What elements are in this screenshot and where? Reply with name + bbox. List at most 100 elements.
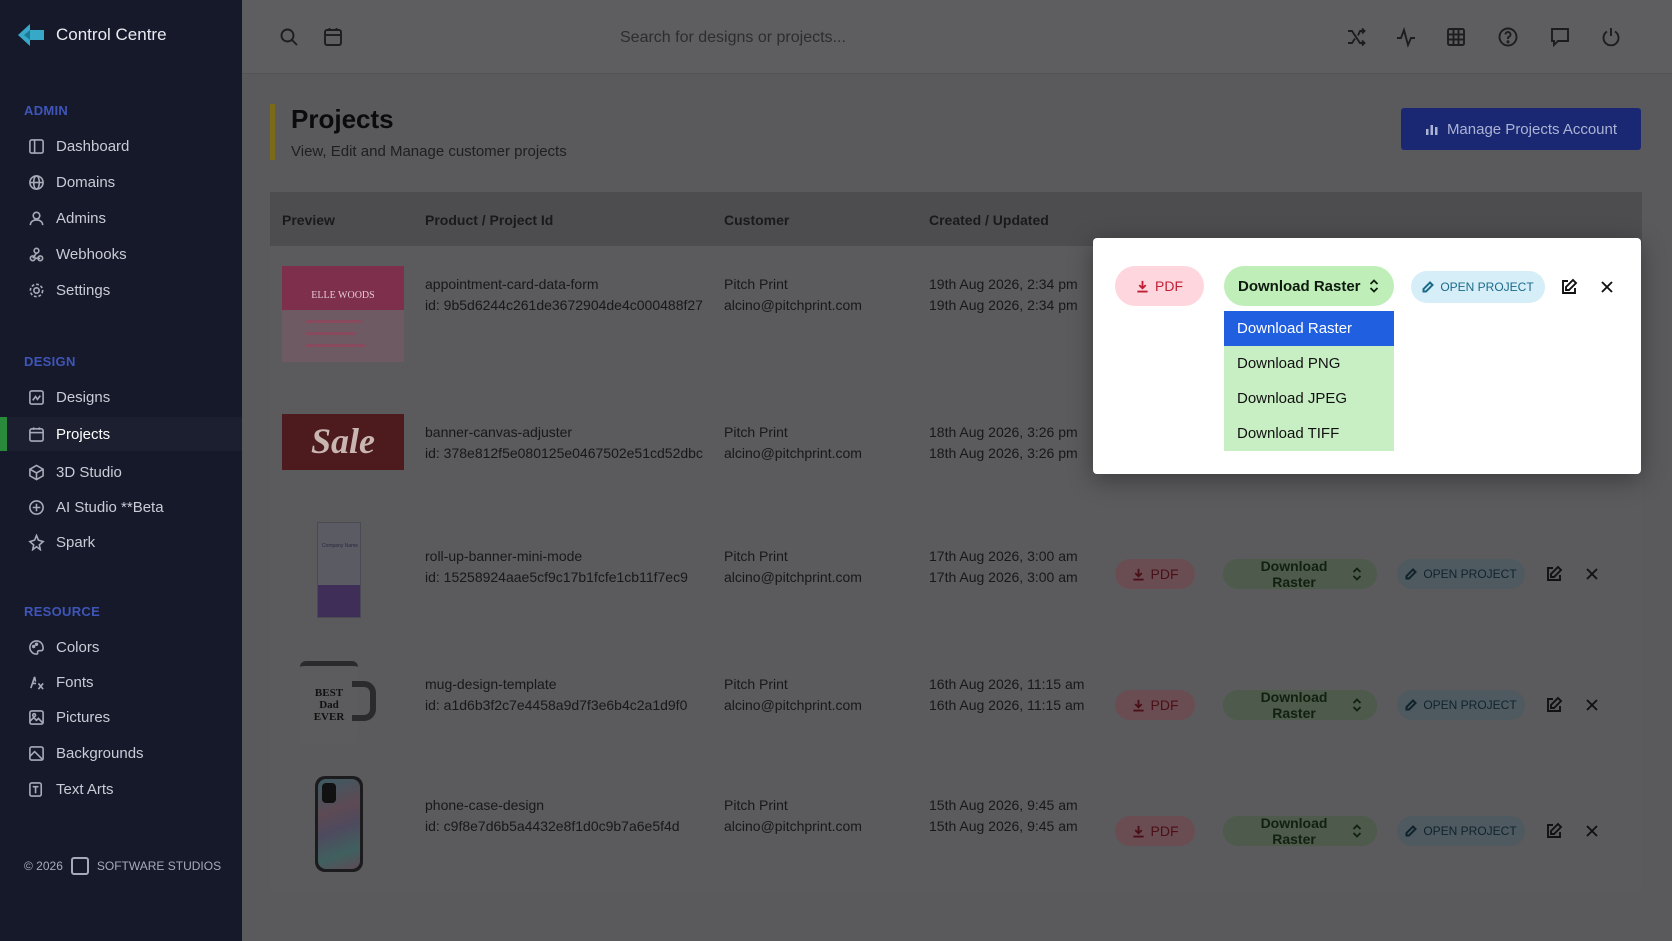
date-cell: 19th Aug 2026, 2:34 pm 19th Aug 2026, 2:… xyxy=(929,274,1078,316)
help-icon[interactable] xyxy=(1497,26,1519,48)
gear-icon xyxy=(28,282,45,299)
dropdown-option-png[interactable]: Download PNG xyxy=(1224,346,1394,381)
raster-selected-label: Download Raster xyxy=(1238,277,1361,295)
edit-icon[interactable] xyxy=(1560,278,1578,296)
shuffle-icon[interactable] xyxy=(1345,26,1367,48)
thumbnail-phone-case[interactable] xyxy=(315,776,363,872)
sidebar-item-designs[interactable]: Designs xyxy=(0,380,242,414)
sidebar-item-label: Fonts xyxy=(56,673,94,691)
open-project-button[interactable]: OPEN PROJECT xyxy=(1397,559,1525,589)
sidebar-item-text-arts[interactable]: Text Arts xyxy=(0,772,242,806)
sidebar-item-colors[interactable]: Colors xyxy=(0,630,242,664)
chat-icon[interactable] xyxy=(1549,26,1571,48)
pdf-label: PDF xyxy=(1150,697,1179,713)
cube-icon xyxy=(28,463,45,481)
pdf-button[interactable]: PDF xyxy=(1115,690,1195,720)
sidebar-item-label: Dashboard xyxy=(56,137,130,155)
updated-date: 16th Aug 2026, 11:15 am xyxy=(929,697,1085,713)
globe-icon xyxy=(28,174,45,191)
pdf-button[interactable]: PDF xyxy=(1115,559,1195,589)
title-accent-bar xyxy=(270,104,275,160)
thumbnail-text: BEST Dad EVER xyxy=(313,687,345,723)
text-art-icon xyxy=(28,781,45,798)
sidebar-item-3d-studio[interactable]: 3D Studio xyxy=(0,455,242,489)
open-project-button[interactable]: OPEN PROJECT xyxy=(1397,816,1525,846)
chevron-updown-icon xyxy=(1352,824,1362,838)
open-project-button[interactable]: OPEN PROJECT xyxy=(1411,271,1545,303)
project-id: id: c9f8e7d6b5a4432e8f1d0c9b7a6e5f4d xyxy=(425,818,680,834)
download-icon xyxy=(1132,699,1144,712)
project-name: phone-case-design xyxy=(425,797,545,813)
close-icon[interactable] xyxy=(1598,278,1616,296)
edit-icon[interactable] xyxy=(1545,822,1563,840)
table-row[interactable]: BEST Dad EVER mug-design-template id: a1… xyxy=(270,661,1642,751)
project-name: banner-canvas-adjuster xyxy=(425,424,573,440)
download-raster-select[interactable]: Download Raster xyxy=(1224,266,1394,306)
grid-icon[interactable] xyxy=(1445,26,1467,48)
section-label-admin: ADMIN xyxy=(24,103,69,118)
sidebar-item-pictures[interactable]: Pictures xyxy=(0,700,242,734)
sidebar-footer: © 2026 SOFTWARE STUDIOS xyxy=(24,857,221,875)
brand[interactable]: Control Centre xyxy=(16,22,167,48)
pdf-button[interactable]: PDF xyxy=(1115,816,1195,846)
project-id: id: a1d6b3f2c7e4458a9d7f3e6b4c2a1d9f0 xyxy=(425,697,688,713)
dropdown-option-raster[interactable]: Download Raster xyxy=(1224,311,1394,346)
activity-icon[interactable] xyxy=(1395,26,1417,48)
table-row[interactable]: phone-case-design id: c9f8e7d6b5a4432e8f… xyxy=(270,776,1642,876)
product-cell: appointment-card-data-form id: 9b5d6244c… xyxy=(425,274,703,316)
app-title: Control Centre xyxy=(56,25,167,44)
sidebar-item-fonts[interactable]: Fonts xyxy=(0,665,242,699)
sidebar-item-label: Designs xyxy=(56,388,111,406)
download-raster-select[interactable]: Download Raster xyxy=(1223,815,1377,847)
close-icon[interactable] xyxy=(1583,565,1601,583)
sidebar-item-spark[interactable]: Spark xyxy=(0,525,242,559)
open-project-button[interactable]: OPEN PROJECT xyxy=(1397,690,1525,720)
updated-date: 18th Aug 2026, 3:26 pm xyxy=(929,445,1078,461)
table-row[interactable]: Company Name roll-up-banner-mini-mode id… xyxy=(270,522,1642,622)
font-icon xyxy=(28,674,45,691)
thumbnail-text: ELLE WOODS xyxy=(311,290,375,301)
ai-icon xyxy=(28,499,45,516)
customer-name: Pitch Print xyxy=(724,797,788,813)
download-raster-select[interactable]: Download Raster xyxy=(1223,558,1377,590)
sidebar-item-backgrounds[interactable]: Backgrounds xyxy=(0,736,242,770)
sidebar-item-label: Projects xyxy=(56,425,111,443)
section-label-design: DESIGN xyxy=(24,354,76,369)
search-input[interactable] xyxy=(620,26,1120,50)
open-project-label: OPEN PROJECT xyxy=(1423,567,1517,581)
pdf-button[interactable]: PDF xyxy=(1115,266,1204,306)
close-icon[interactable] xyxy=(1583,696,1601,714)
created-date: 16th Aug 2026, 11:15 am xyxy=(929,676,1085,692)
page-title: Projects xyxy=(291,104,394,134)
sidebar-item-label: Domains xyxy=(56,173,116,191)
thumbnail-roll-up-banner[interactable]: Company Name xyxy=(317,522,361,618)
sidebar-item-label: Admins xyxy=(56,209,107,227)
power-icon[interactable] xyxy=(1600,26,1622,48)
customer-name: Pitch Print xyxy=(724,424,788,440)
calendar-icon[interactable] xyxy=(322,26,344,48)
sidebar-item-domains[interactable]: Domains xyxy=(0,165,242,199)
close-icon[interactable] xyxy=(1583,822,1601,840)
thumbnail-mug[interactable]: BEST Dad EVER xyxy=(300,661,380,747)
sidebar-item-dashboard[interactable]: Dashboard xyxy=(0,129,242,163)
manage-projects-account-button[interactable]: Manage Projects Account xyxy=(1401,108,1641,150)
dashboard-icon xyxy=(28,138,45,155)
edit-icon[interactable] xyxy=(1545,696,1563,714)
dropdown-option-jpeg[interactable]: Download JPEG xyxy=(1224,381,1394,416)
thumbnail-banner-canvas[interactable]: Sale xyxy=(282,414,404,470)
download-raster-select[interactable]: Download Raster xyxy=(1223,689,1377,721)
customer-email: alcino@pitchprint.com xyxy=(724,818,862,834)
sidebar-item-webhooks[interactable]: Webhooks xyxy=(0,237,242,271)
edit-icon[interactable] xyxy=(1545,565,1563,583)
project-name: mug-design-template xyxy=(425,676,557,692)
sidebar-item-label: Spark xyxy=(56,533,96,551)
search-icon[interactable] xyxy=(278,26,300,48)
sidebar-item-admins[interactable]: Admins xyxy=(0,201,242,235)
sidebar-item-settings[interactable]: Settings xyxy=(0,273,242,307)
sidebar-item-ai-studio[interactable]: AI Studio **Beta xyxy=(0,490,242,524)
download-icon xyxy=(1137,280,1148,293)
sidebar-item-label: Backgrounds xyxy=(56,744,144,762)
sidebar-item-projects[interactable]: Projects xyxy=(0,417,242,451)
dropdown-option-tiff[interactable]: Download TIFF xyxy=(1224,416,1394,451)
thumbnail-appointment-card[interactable]: ELLE WOODS xyxy=(282,266,404,362)
